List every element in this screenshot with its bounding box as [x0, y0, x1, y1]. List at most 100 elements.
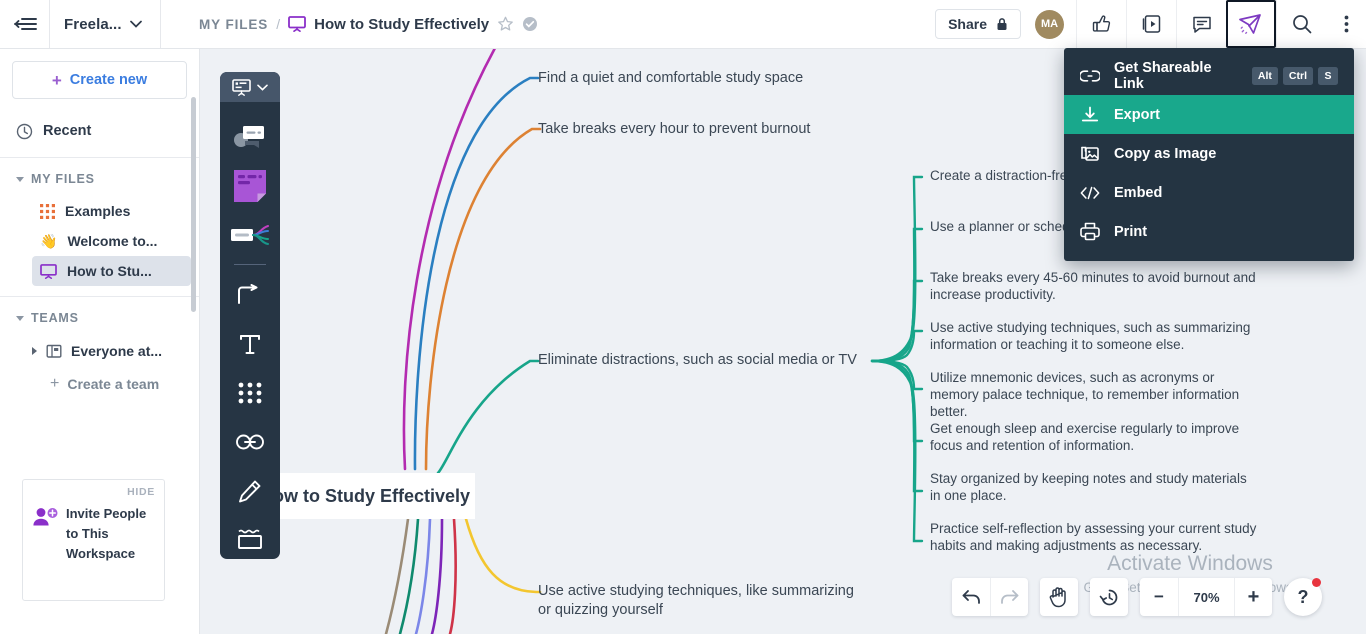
- redo-icon[interactable]: [990, 578, 1028, 616]
- sidebar-item-examples[interactable]: Examples: [32, 196, 191, 226]
- org-building-icon: [46, 343, 62, 359]
- shortcut-key: S: [1318, 66, 1338, 85]
- canvas-bottom-controls: − 70% + ?: [952, 578, 1322, 616]
- zoom-in-label: +: [1247, 585, 1260, 608]
- menu-item-export[interactable]: Export: [1064, 95, 1354, 134]
- download-icon: [1080, 105, 1100, 125]
- create-a-team-button[interactable]: + Create a team: [50, 367, 199, 401]
- caret-right-icon[interactable]: [32, 347, 37, 355]
- thumbs-up-icon[interactable]: [1076, 0, 1126, 48]
- search-icon[interactable]: [1276, 0, 1326, 48]
- mindmap-subnode[interactable]: Take breaks every 45-60 minutes to avoid…: [930, 269, 1260, 303]
- sidebar-scrollbar[interactable]: [191, 97, 196, 312]
- sidebar-section-teams[interactable]: TEAMS: [0, 301, 199, 335]
- connector-arrow-tool[interactable]: [220, 270, 280, 319]
- mindmap-node[interactable]: Eliminate distractions, such as social m…: [538, 351, 878, 370]
- sidebar-item-welcome[interactable]: 👋 Welcome to...: [32, 226, 191, 256]
- sidebar-item-everyone-at[interactable]: Everyone at...: [32, 335, 199, 367]
- menu-item-label: Export: [1114, 106, 1160, 123]
- link-tool[interactable]: [220, 417, 280, 466]
- mindmap-node[interactable]: Find a quiet and comfortable study space: [538, 69, 868, 88]
- kebab-menu-icon[interactable]: [1326, 0, 1366, 48]
- canvas-toolbar: [220, 72, 280, 559]
- collapse-sidebar-icon[interactable]: [0, 0, 49, 48]
- mindmap-subnode[interactable]: Utilize mnemonic devices, such as acrony…: [930, 369, 1260, 420]
- lock-icon: [996, 17, 1008, 31]
- mindmap-subnode[interactable]: Practice self-reflection by assessing yo…: [930, 520, 1260, 554]
- plus-icon: +: [50, 375, 60, 392]
- frame-tool[interactable]: [220, 515, 280, 559]
- app-root: Freela... MY FILES / How to Study Effect…: [0, 0, 1366, 634]
- sidebar-item-how-to-study[interactable]: How to Stu...: [32, 256, 191, 286]
- undo-redo-group: [952, 578, 1028, 616]
- sidebar-section-my-files-label: MY FILES: [31, 172, 95, 186]
- history-clock-icon[interactable]: [1090, 578, 1128, 616]
- chevron-down-icon: [129, 20, 142, 28]
- comment-icon[interactable]: [1176, 0, 1226, 48]
- help-notification-dot: [1312, 578, 1321, 587]
- whiteboard-icon: [288, 16, 307, 32]
- zoom-out-button[interactable]: −: [1140, 578, 1178, 616]
- help-button[interactable]: ?: [1284, 578, 1322, 616]
- plus-icon: +: [51, 70, 62, 90]
- workspace-switcher[interactable]: Freela...: [50, 0, 160, 48]
- copy-image-icon: [1080, 144, 1100, 164]
- sidebar: + Create new Recent MY FILES Examples 👋 …: [0, 49, 200, 634]
- invite-card-title: Invite People to This Workspace: [66, 506, 147, 561]
- share-button[interactable]: Share: [935, 9, 1021, 39]
- mindmap-node[interactable]: Use active studying techniques, like sum…: [538, 582, 868, 620]
- invite-people-card[interactable]: HIDE Invite People to This Workspace: [22, 479, 165, 601]
- undo-icon[interactable]: [952, 578, 990, 616]
- sticky-note-tool[interactable]: [220, 161, 280, 210]
- mindmap-subnode[interactable]: Use active studying techniques, such as …: [930, 319, 1260, 353]
- send-share-icon[interactable]: [1226, 0, 1276, 48]
- caret-down-icon: [16, 315, 24, 321]
- page-title[interactable]: How to Study Effectively: [314, 16, 489, 33]
- comment-shape-tool[interactable]: [220, 112, 280, 161]
- menu-item-label: Get Shareable Link: [1114, 59, 1212, 92]
- video-library-icon[interactable]: [1126, 0, 1176, 48]
- menu-item-get-shareable-link[interactable]: Get Shareable Link Alt Ctrl S: [1064, 56, 1354, 95]
- create-a-team-label: Create a team: [67, 376, 160, 392]
- pan-hand-icon[interactable]: [1040, 578, 1078, 616]
- create-new-button[interactable]: + Create new: [12, 61, 187, 99]
- text-tool[interactable]: [220, 319, 280, 368]
- shortcut-key: Ctrl: [1282, 66, 1313, 85]
- sidebar-item-recent[interactable]: Recent: [0, 109, 199, 153]
- top-bar: Freela... MY FILES / How to Study Effect…: [0, 0, 1366, 49]
- zoom-level[interactable]: 70%: [1178, 578, 1234, 616]
- mindmap-node[interactable]: Take breaks every hour to prevent burnou…: [538, 120, 868, 139]
- shortcut-key: Alt: [1251, 66, 1278, 85]
- sidebar-recent-label: Recent: [43, 123, 92, 139]
- printer-icon: [1080, 222, 1100, 241]
- mindmap-subnode[interactable]: Get enough sleep and exercise regularly …: [930, 420, 1260, 454]
- sidebar-item-label: How to Stu...: [67, 263, 152, 279]
- check-circle-icon[interactable]: [522, 16, 538, 32]
- breadcrumb-my-files[interactable]: MY FILES: [199, 17, 268, 32]
- divider: [0, 157, 199, 158]
- mindmap-subnode[interactable]: Stay organized by keeping notes and stud…: [930, 470, 1260, 504]
- mindmap-central-node[interactable]: How to Study Effectively: [250, 473, 475, 519]
- shapes-grid-tool[interactable]: [220, 368, 280, 417]
- menu-item-print[interactable]: Print: [1064, 212, 1354, 251]
- whiteboard-icon: [40, 263, 57, 279]
- breadcrumb: MY FILES / How to Study Effectively: [161, 0, 538, 48]
- pen-tool[interactable]: [220, 466, 280, 515]
- divider: [234, 264, 266, 265]
- menu-item-embed[interactable]: Embed: [1064, 173, 1354, 212]
- zoom-out-label: −: [1154, 587, 1164, 606]
- sidebar-section-teams-label: TEAMS: [31, 311, 79, 325]
- divider: [0, 296, 199, 297]
- add-person-icon: [32, 504, 60, 564]
- sidebar-section-my-files[interactable]: MY FILES: [0, 162, 199, 196]
- star-outline-icon[interactable]: [497, 16, 514, 33]
- avatar[interactable]: MA: [1035, 9, 1064, 39]
- hide-invite-card-button[interactable]: HIDE: [127, 486, 155, 498]
- menu-item-label: Print: [1114, 223, 1148, 240]
- mindmap-tool[interactable]: [220, 210, 280, 259]
- chevron-down-icon: [257, 84, 268, 91]
- board-template-icon[interactable]: [220, 72, 280, 102]
- zoom-group: − 70% +: [1140, 578, 1272, 616]
- menu-item-copy-as-image[interactable]: Copy as Image: [1064, 134, 1354, 173]
- zoom-in-button[interactable]: +: [1234, 578, 1272, 616]
